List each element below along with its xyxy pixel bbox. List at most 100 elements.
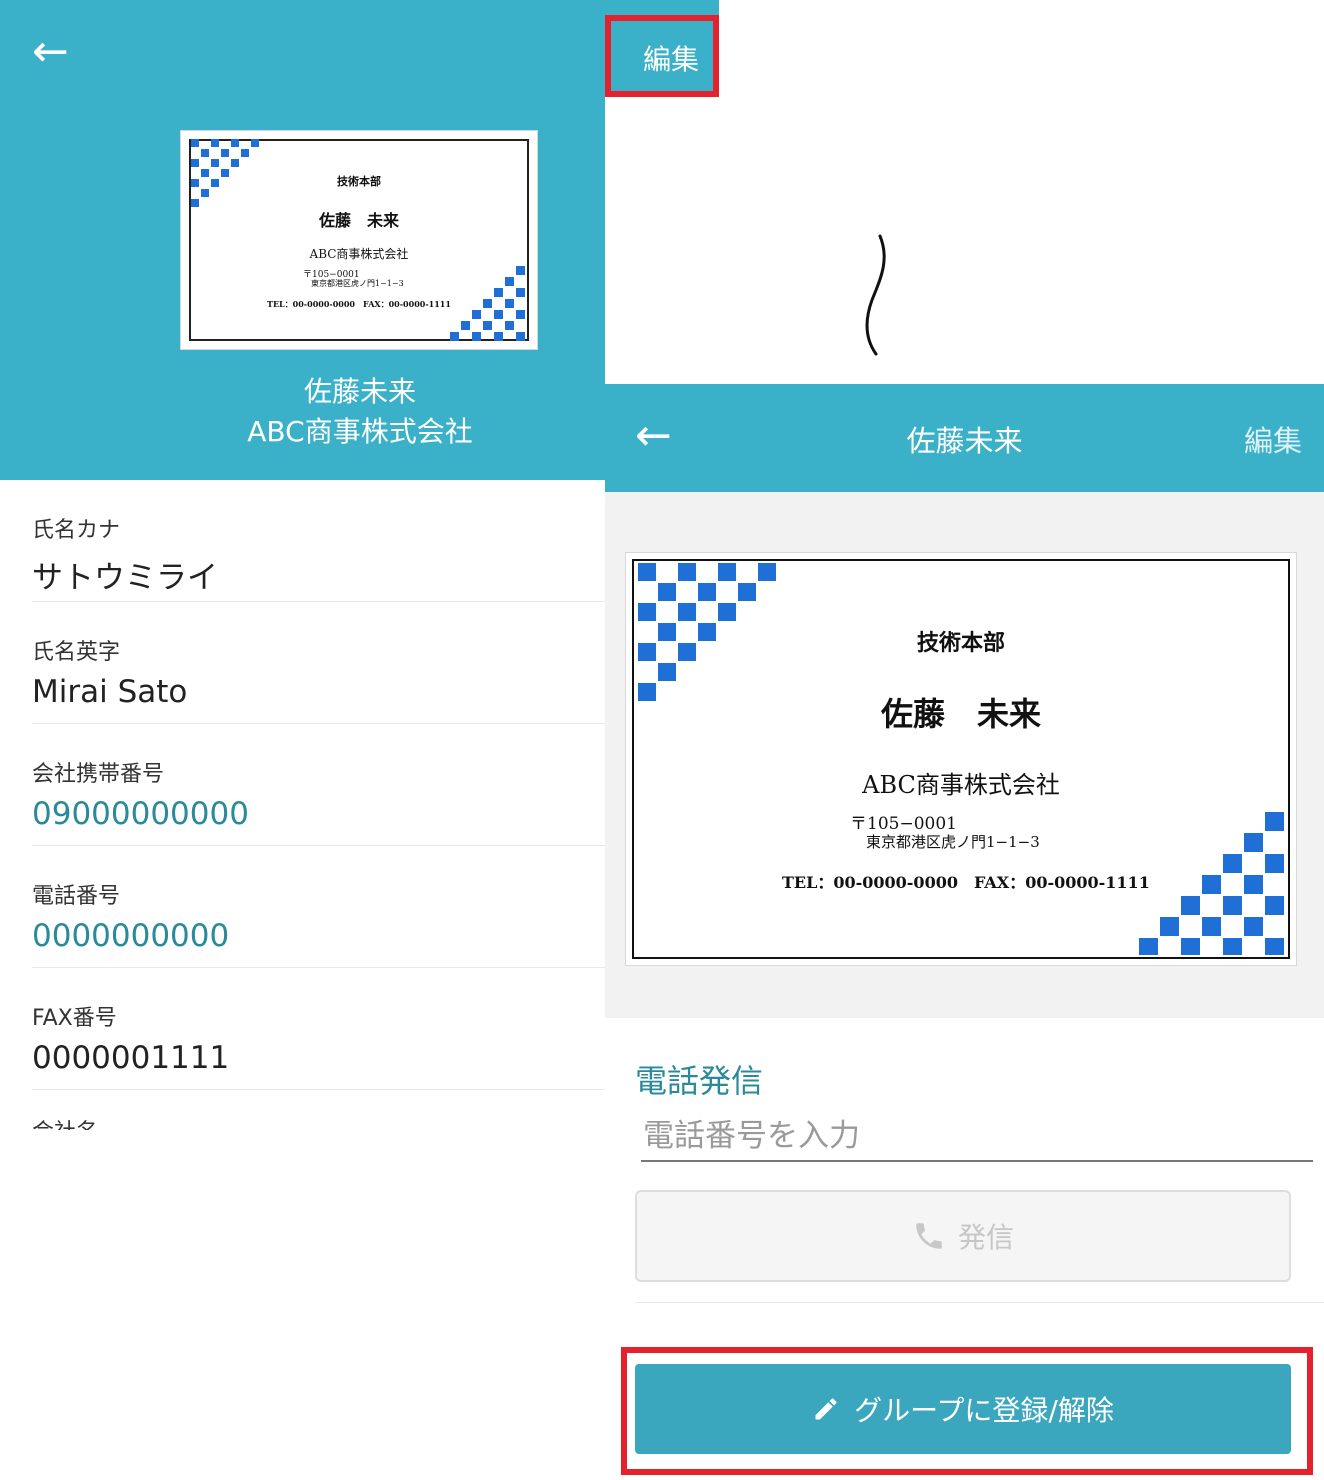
- card-pattern-bottom-right: [450, 266, 525, 341]
- field-fax: FAX番号 0000001111: [32, 968, 605, 1090]
- card-pattern-square: [483, 299, 492, 308]
- phone-icon: [916, 1223, 942, 1249]
- card-pattern-square: [516, 288, 525, 297]
- business-card-image[interactable]: 技術本部 佐藤 未来 ABC商事株式会社 〒105−0001 東京都港区虎ノ門1…: [180, 130, 538, 350]
- card-image-area: 技術本部 佐藤 未来 ABC商事株式会社 〒105−0001 東京都港区虎ノ門1…: [605, 492, 1324, 1018]
- card-pattern-square: [1244, 875, 1263, 894]
- header-banner: ← 技術本部 佐藤 未来 ABC商事株式会社 〒105−0001 東京都港区虎ノ…: [0, 0, 605, 480]
- field-english-name: 氏名英字 Mirai Sato: [32, 602, 605, 724]
- card-pattern-square: [1223, 896, 1242, 915]
- divider: [635, 1302, 1324, 1303]
- card-pattern-square: [1181, 938, 1200, 955]
- card-company: ABC商事株式会社: [862, 771, 1060, 799]
- card-person-name: 佐藤 未来: [318, 211, 399, 230]
- call-section-title: 電話発信: [635, 1062, 764, 1100]
- person-name: 佐藤未来: [303, 375, 416, 408]
- contact-detail-screen-right: ← 佐藤未来 編集 技術本部 佐藤 未来 ABC商事株式会社 〒105−0001…: [605, 384, 1324, 1480]
- field-company-name-partial: 会社名: [32, 1090, 605, 1130]
- card-contact: TEL：00-0000-0000 FAX：00-0000-1111: [782, 873, 1150, 892]
- field-label: 会社携帯番号: [32, 762, 165, 787]
- contact-detail-screen-left: ← 技術本部 佐藤 未来 ABC商事株式会社 〒105−0001 東京都港区虎ノ…: [0, 0, 605, 1480]
- card-pattern-square: [231, 139, 239, 147]
- card-department: 技術本部: [337, 175, 381, 188]
- card-pattern-square: [1223, 854, 1242, 873]
- phone-number-input[interactable]: [641, 1112, 1313, 1162]
- card-pattern-square: [516, 266, 525, 275]
- card-pattern-square: [1223, 938, 1242, 955]
- dial-button[interactable]: 発信: [635, 1190, 1291, 1282]
- card-pattern-square: [1265, 854, 1284, 873]
- card-pattern-square: [1265, 938, 1284, 955]
- card-pattern-square: [450, 332, 459, 341]
- card-pattern-square: [678, 603, 696, 621]
- card-pattern-square: [494, 288, 503, 297]
- card-pattern-square: [638, 603, 656, 621]
- field-value: 0000001111: [32, 1040, 230, 1076]
- field-kana: 氏名カナ サトウミライ: [32, 480, 605, 602]
- card-pattern-square: [1181, 896, 1200, 915]
- app-bar: ← 佐藤未来 編集: [605, 384, 1324, 492]
- field-phone: 電話番号 0000000000: [32, 846, 605, 968]
- card-pattern-square: [483, 321, 492, 330]
- card-pattern-square: [718, 563, 736, 581]
- card-pattern-square: [494, 332, 503, 341]
- card-pattern-square: [191, 159, 199, 167]
- card-pattern-square: [251, 139, 259, 147]
- card-person-name: 佐藤 未来: [880, 695, 1041, 733]
- phone-number-link[interactable]: 0000000000: [32, 918, 605, 954]
- field-value: Mirai Sato: [32, 674, 188, 710]
- card-pattern-square: [472, 332, 481, 341]
- card-pattern-square: [738, 583, 756, 601]
- card-pattern-square: [758, 563, 776, 581]
- card-pattern-square: [658, 663, 676, 681]
- card-company: ABC商事株式会社: [309, 247, 409, 261]
- card-pattern-square: [505, 277, 514, 286]
- card-pattern-square: [241, 149, 249, 157]
- card-pattern-square: [211, 159, 219, 167]
- page-title: 佐藤未来: [906, 424, 1023, 458]
- card-contact: TEL：00-0000-0000 FAX：00-0000-1111: [267, 299, 451, 309]
- field-label: 会社名: [32, 1114, 605, 1130]
- card-pattern-square: [461, 321, 470, 330]
- card-pattern-square: [191, 199, 199, 207]
- dial-button-label: 発信: [957, 1221, 1014, 1254]
- card-pattern-square: [1139, 938, 1158, 955]
- card-pattern-square: [1265, 896, 1284, 915]
- card-department: 技術本部: [916, 630, 1005, 656]
- card-pattern-square: [658, 583, 676, 601]
- company-name: ABC商事株式会社: [247, 415, 473, 448]
- card-pattern-square: [516, 310, 525, 319]
- card-pattern-square: [211, 139, 219, 147]
- card-pattern-square: [698, 583, 716, 601]
- card-pattern-square: [1244, 833, 1263, 852]
- squiggle-separator: [865, 234, 886, 356]
- card-pattern-square: [505, 299, 514, 308]
- card-pattern-square: [221, 149, 229, 157]
- field-label: FAX番号: [32, 1006, 117, 1031]
- company-mobile-link[interactable]: 09000000000: [32, 796, 605, 832]
- card-pattern-square: [718, 603, 736, 621]
- card-pattern-square: [201, 189, 209, 197]
- card-pattern-square: [1244, 917, 1263, 936]
- field-label: 電話番号: [32, 884, 121, 909]
- edit-button[interactable]: 編集: [1244, 418, 1302, 460]
- card-pattern-square: [516, 332, 525, 341]
- back-arrow-icon[interactable]: ←: [32, 30, 69, 74]
- card-pattern-square: [1160, 917, 1179, 936]
- card-pattern-square: [191, 139, 199, 147]
- card-address: 東京都港区虎ノ門1−1−3: [866, 833, 1040, 851]
- card-pattern-square: [1265, 812, 1284, 831]
- card-pattern-square: [678, 563, 696, 581]
- card-pattern-square: [638, 563, 656, 581]
- field-company-mobile: 会社携帯番号 09000000000: [32, 724, 605, 846]
- field-label: 氏名カナ: [32, 518, 121, 543]
- card-address: 東京都港区虎ノ門1−1−3: [311, 279, 404, 288]
- business-card-image[interactable]: 技術本部 佐藤 未来 ABC商事株式会社 〒105−0001 東京都港区虎ノ門1…: [625, 552, 1297, 966]
- card-pattern-square: [1202, 917, 1221, 936]
- card-pattern-square: [1202, 875, 1221, 894]
- card-pattern-square: [201, 149, 209, 157]
- field-label: 氏名英字: [32, 640, 121, 665]
- field-value: サトウミライ: [32, 560, 218, 596]
- edit-highlight-box: [605, 15, 719, 97]
- card-pattern-square: [472, 310, 481, 319]
